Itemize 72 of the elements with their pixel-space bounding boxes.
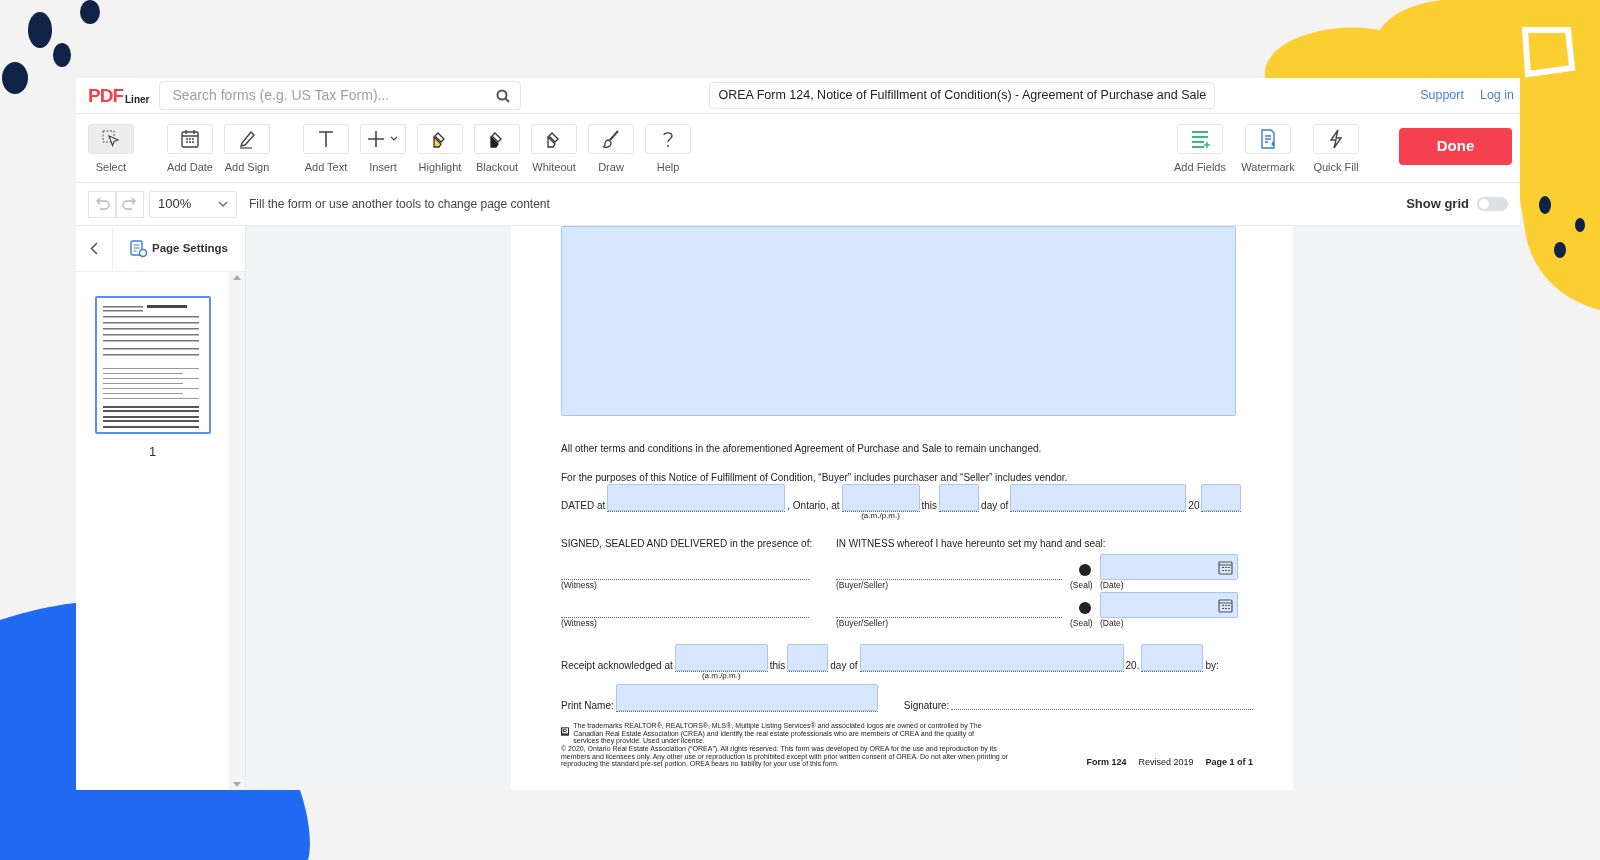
- document-title: OREA Form 124, Notice of Fulfillment of Condition(s) - Agreement of Purchase and Sale: [709, 82, 1216, 109]
- tool-button[interactable]: Quick Fill: [1307, 124, 1365, 176]
- brush-icon: [600, 128, 622, 150]
- form-field[interactable]: [859, 644, 1124, 672]
- search-field[interactable]: Search forms (e.g. US Tax Form)...: [159, 81, 522, 110]
- signature-label: (Witness): [561, 580, 598, 591]
- search-icon[interactable]: [496, 88, 511, 103]
- form-text: 20.: [1125, 660, 1140, 673]
- form-field[interactable]: [841, 484, 920, 511]
- date-field[interactable]: [1100, 554, 1238, 580]
- signature-label: (Buyer/Seller): [836, 618, 889, 629]
- form-text: DATED at: [561, 500, 606, 512]
- login-link[interactable]: Log in: [1479, 86, 1514, 105]
- date-field[interactable]: [1100, 592, 1238, 619]
- signature-label: (Date): [1100, 580, 1125, 591]
- scrollbar[interactable]: [229, 272, 245, 790]
- scroll-down-icon[interactable]: [233, 782, 241, 787]
- form-text: this: [921, 500, 938, 512]
- field-caption: (a.m./p.m.): [700, 671, 742, 681]
- seal-dot: [1079, 564, 1091, 576]
- page-number: 1: [148, 443, 157, 461]
- form-text: Print Name:: [561, 700, 614, 713]
- form-text: this: [769, 660, 786, 673]
- signature-label: (Seal): [1070, 580, 1094, 591]
- form-field[interactable]: [561, 226, 1236, 416]
- signature-label: (Seal): [1070, 618, 1094, 629]
- form-field[interactable]: [615, 684, 878, 712]
- form-field[interactable]: [1141, 644, 1204, 672]
- logo-outline-icon: [1521, 27, 1576, 78]
- form-text: day of: [981, 500, 1009, 512]
- signature-label: (Buyer/Seller): [836, 580, 889, 591]
- calendar-icon: [179, 128, 201, 150]
- field-caption: (a.m./p.m.): [860, 511, 901, 521]
- signature-label: (Witness): [561, 618, 598, 629]
- seal-dot: [1079, 602, 1091, 615]
- form-field[interactable]: [939, 484, 980, 511]
- form-text: , Ontario, at: [787, 500, 840, 512]
- chevron-left-icon: [90, 242, 98, 255]
- form-text: Receipt acknowledged at: [561, 660, 673, 673]
- form-field[interactable]: [1010, 484, 1187, 511]
- add-fields-icon: [1189, 128, 1211, 150]
- page-thumbnail[interactable]: [94, 296, 211, 434]
- form-text: Signature:: [903, 700, 950, 713]
- page-settings-icon: [129, 239, 148, 258]
- form-text: All other terms and conditions in the aforementioned Agreement of Purchase and Sale to remain unchanged.: [561, 443, 1043, 455]
- hint-text: Fill the form or use another tools to change page content: [249, 196, 550, 213]
- chevron-icon: [218, 201, 228, 207]
- revised-date: Revised 2019: [1138, 758, 1194, 768]
- support-link[interactable]: Support: [1420, 86, 1464, 105]
- form-text: IN WITNESS whereof I have hereunto set my hand and seal:: [836, 538, 1106, 550]
- form-text: by:: [1205, 660, 1219, 673]
- signature-label: (Date): [1100, 618, 1125, 629]
- form-field[interactable]: [607, 484, 786, 511]
- page-info: Page 1 of 1: [1205, 758, 1253, 768]
- form-field[interactable]: [674, 644, 768, 672]
- show-grid-toggle[interactable]: [1477, 197, 1508, 211]
- form-field[interactable]: [787, 644, 829, 672]
- calendar-icon[interactable]: [1218, 597, 1233, 613]
- done-button[interactable]: Done: [1399, 128, 1512, 165]
- tool-button[interactable]: Watermark: [1239, 124, 1297, 176]
- form-number: Form 124: [1086, 758, 1127, 768]
- scroll-up-icon[interactable]: [233, 275, 241, 280]
- form-text: 20: [1188, 500, 1200, 512]
- show-grid-label: Show grid: [1406, 195, 1469, 214]
- tool-button[interactable]: Add Fields: [1171, 124, 1229, 176]
- zoom-select[interactable]: 100%: [149, 190, 237, 218]
- form-text: SIGNED, SEALED AND DELIVERED in the presence of:: [561, 538, 814, 550]
- form-text: day of: [830, 660, 858, 673]
- form-field[interactable]: [1201, 484, 1242, 511]
- pdfliner-logo[interactable]: PDFLiner: [88, 86, 150, 105]
- calendar-icon[interactable]: [1218, 559, 1233, 575]
- form-text: For the purposes of this Notice of Fulfillment of Condition, “Buyer” includes purchaser and “Seller” includes vendor.: [561, 472, 1069, 484]
